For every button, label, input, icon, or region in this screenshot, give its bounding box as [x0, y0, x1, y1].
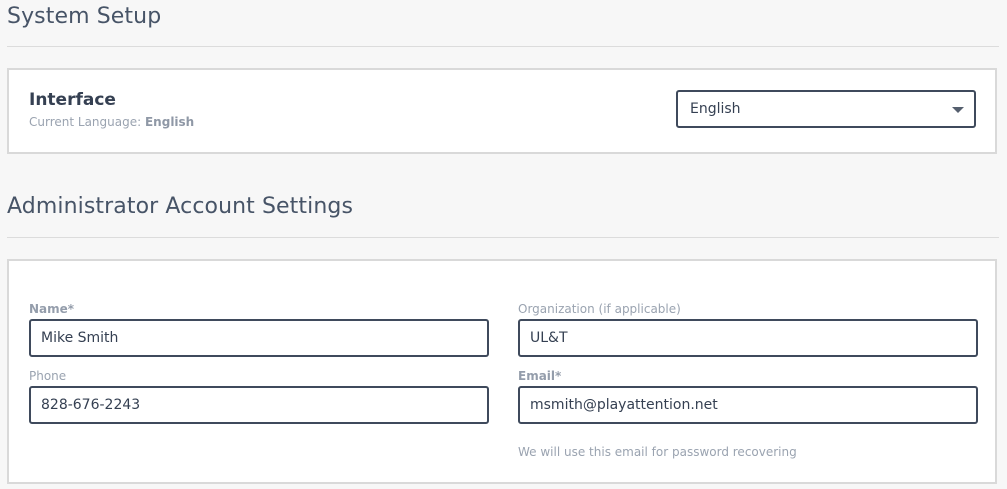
name-label: Name* — [29, 302, 75, 316]
phone-field[interactable] — [29, 386, 489, 424]
current-language-value: English — [144, 115, 195, 129]
current-language-label: Current Language: — [29, 115, 142, 129]
organization-label: Organization (if applicable) — [518, 302, 681, 316]
language-select[interactable]: English — [676, 90, 976, 128]
interface-title: Interface — [29, 90, 116, 110]
language-select-value: English — [690, 101, 741, 117]
admin-settings-title: Administrator Account Settings — [7, 194, 354, 219]
system-setup-title: System Setup — [7, 4, 162, 29]
email-label: Email* — [518, 369, 562, 383]
name-field[interactable] — [29, 319, 489, 357]
section-divider — [7, 237, 999, 238]
section-divider — [7, 46, 999, 47]
current-language-text: Current Language: English — [29, 115, 194, 129]
email-field[interactable] — [518, 386, 978, 424]
admin-panel: Name* Organization (if applicable) Phone… — [7, 259, 997, 484]
chevron-down-icon — [952, 107, 964, 113]
email-hint: We will use this email for password reco… — [518, 445, 797, 459]
interface-panel: Interface Current Language: English Engl… — [7, 68, 997, 154]
phone-label: Phone — [29, 369, 67, 383]
organization-field[interactable] — [518, 319, 978, 357]
